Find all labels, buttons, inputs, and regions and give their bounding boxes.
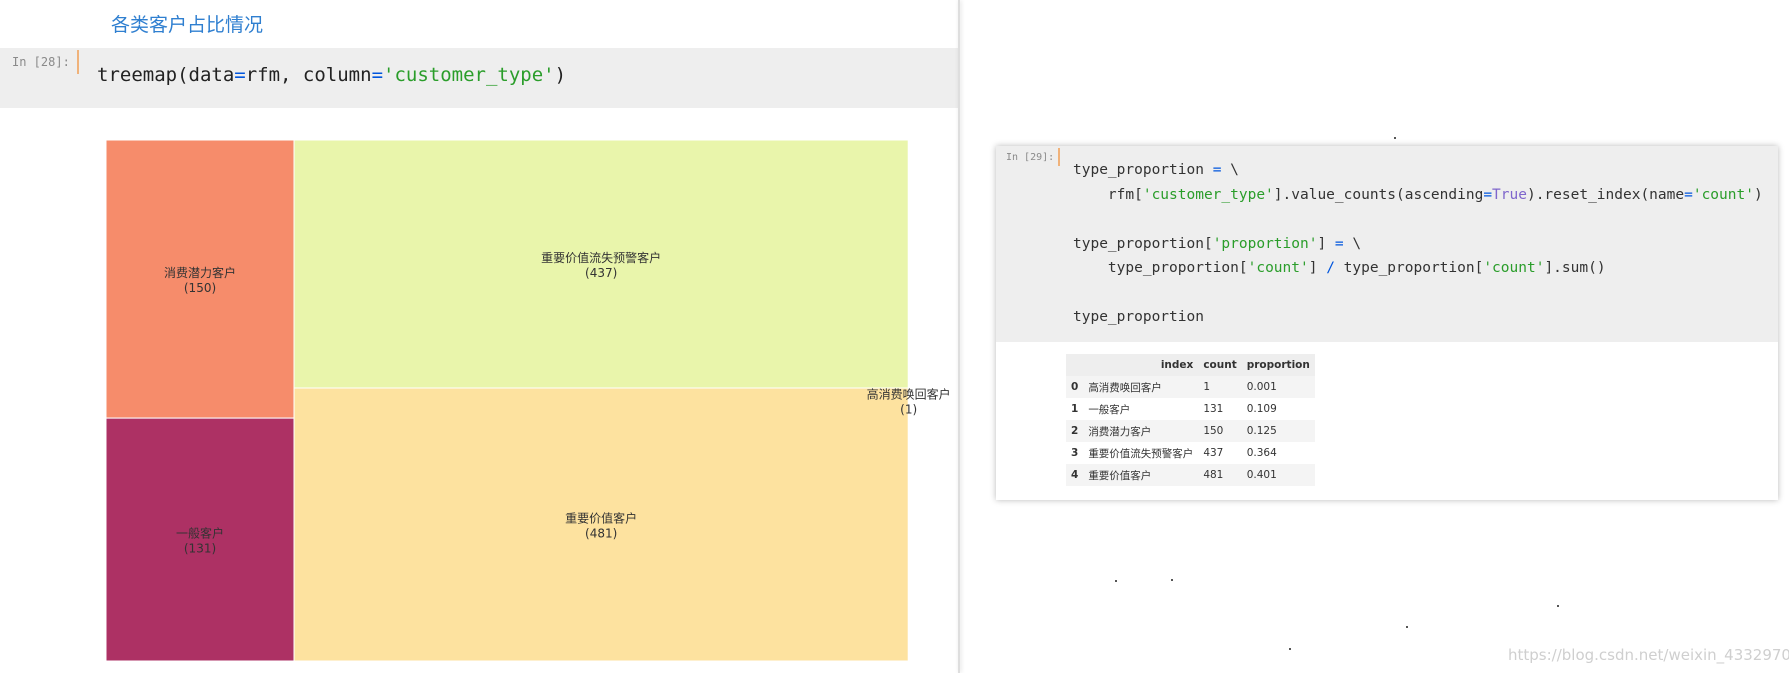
- speck-6: [1289, 648, 1291, 650]
- treemap-tile-value: (1): [900, 403, 917, 417]
- table-header-cell: index: [1083, 354, 1199, 376]
- code-token: =: [1684, 186, 1693, 203]
- row-index-cell: 2: [1066, 420, 1084, 442]
- row-index-cell: 3: [1066, 442, 1084, 464]
- table-header-cell: count: [1198, 354, 1242, 376]
- speck-5: [1406, 626, 1408, 628]
- table-cell: 重要价值流失预警客户: [1083, 442, 1199, 464]
- code-token: type_proportion[: [1334, 260, 1484, 276]
- code-line: rfm['customer_type'].value_counts(ascend…: [1073, 183, 1763, 208]
- code-token: type_proportion: [1073, 162, 1213, 178]
- treemap-chart: 消费潜力客户(150) 一般客户(131) 重要价值流失预警客户(437) 重要价值客…: [105, 139, 951, 662]
- code-token: ].value_counts(ascending: [1273, 186, 1484, 203]
- code-line: type_proportion: [1073, 305, 1763, 330]
- table-cell: 1: [1198, 376, 1242, 398]
- table-row: 2 消费潜力客户 150 0.125: [1066, 420, 1315, 442]
- table-header-cell: [1066, 354, 1084, 376]
- code-token: =: [1483, 186, 1493, 203]
- code-line: type_proportion = \: [1073, 158, 1763, 183]
- table-row: 0 高消费唤回客户 1 0.001: [1066, 376, 1315, 398]
- row-index-cell: 4: [1066, 464, 1084, 486]
- code-token: type_proportion[: [1073, 235, 1213, 252]
- speck-1: [1394, 137, 1396, 139]
- table-cell: 481: [1198, 464, 1242, 486]
- table-header-row: index count proportion: [1066, 354, 1315, 376]
- table-cell: 一般客户: [1083, 398, 1199, 420]
- code-token: rfm[: [1073, 186, 1143, 203]
- row-index-cell: 1: [1066, 398, 1084, 420]
- table-cell: 0.125: [1241, 420, 1315, 442]
- code-token: 'proportion': [1212, 235, 1318, 252]
- code-cell-29: In [29]: type_proportion = \ rfm['custom…: [996, 146, 1778, 500]
- code-token: ]: [1308, 260, 1327, 276]
- code-token: \: [1343, 235, 1362, 252]
- watermark-text: https://blog.csdn.net/weixin_43329700: [1508, 646, 1789, 664]
- table-cell: 131: [1198, 398, 1242, 420]
- code-token: type_proportion[: [1073, 260, 1248, 276]
- table-cell: 437: [1198, 442, 1242, 464]
- code-block-type-proportion[interactable]: type_proportion = \ rfm['customer_type']…: [1073, 158, 1763, 330]
- table-row: 4 重要价值客户 481 0.401: [1066, 464, 1315, 486]
- row-index-cell: 0: [1066, 376, 1084, 398]
- code-token: ]: [1317, 235, 1335, 252]
- table-cell: 150: [1198, 420, 1242, 442]
- table-cell: 0.109: [1241, 398, 1315, 420]
- code-token: ].sum(): [1544, 260, 1606, 276]
- speck-4: [1557, 605, 1559, 607]
- treemap-tile-label: 重要价值客户: [565, 511, 637, 526]
- table-row: 1 一般客户 131 0.109: [1066, 398, 1315, 420]
- treemap-tile-value: (150): [184, 281, 216, 295]
- speck-2: [1115, 580, 1117, 582]
- code-token: type_proportion: [1073, 309, 1204, 325]
- table-cell: 重要价值客户: [1083, 464, 1199, 486]
- treemap-tile-value: (131): [184, 542, 216, 556]
- code-line: type_proportion['proportion'] = \: [1073, 232, 1763, 257]
- code-token: True: [1492, 186, 1527, 203]
- treemap-tile-label: 消费潜力客户: [164, 265, 236, 280]
- cell-edit-marker-29: [1058, 148, 1060, 166]
- code-token: 'count': [1692, 186, 1754, 203]
- code-token: /: [1326, 260, 1335, 276]
- code-token: 'count': [1247, 260, 1309, 276]
- treemap-tile-value: (481): [585, 527, 617, 541]
- treemap-tile-label: 重要价值流失预警客户: [541, 250, 661, 265]
- panel-divider: [958, 0, 960, 673]
- table-row: 3 重要价值流失预警客户 437 0.364: [1066, 442, 1315, 464]
- code-line: type_proportion['count'] / type_proporti…: [1073, 256, 1763, 281]
- speck-3: [1171, 579, 1173, 581]
- table-cell: 高消费唤回客户: [1083, 376, 1199, 398]
- table-cell: 0.001: [1241, 376, 1315, 398]
- table-header-cell: proportion: [1241, 354, 1315, 376]
- left-notebook-panel: 各类客户占比情况 In [28]: treemap(data=rfm, colu…: [0, 0, 958, 673]
- code-token: =: [1334, 235, 1344, 252]
- code-token: ).reset_index(name: [1526, 186, 1685, 203]
- code-token: 'count': [1483, 260, 1545, 276]
- code-token: \: [1221, 162, 1239, 178]
- cell-prompt-29: In [29]:: [1006, 152, 1055, 163]
- table-cell: 0.364: [1241, 442, 1315, 464]
- output-dataframe-table: index count proportion 0 高消费唤回客户 1 0.001 1 一般客户…: [1066, 354, 1315, 486]
- code-token: 'customer_type': [1142, 186, 1274, 203]
- table-cell: 消费潜力客户: [1083, 420, 1199, 442]
- treemap-tile-label: 高消费唤回客户: [867, 387, 951, 402]
- table-cell: 0.401: [1241, 464, 1315, 486]
- treemap-tile-value: (437): [585, 266, 617, 280]
- treemap-tile-label: 一般客户: [176, 526, 224, 541]
- code-token: ): [1753, 186, 1763, 203]
